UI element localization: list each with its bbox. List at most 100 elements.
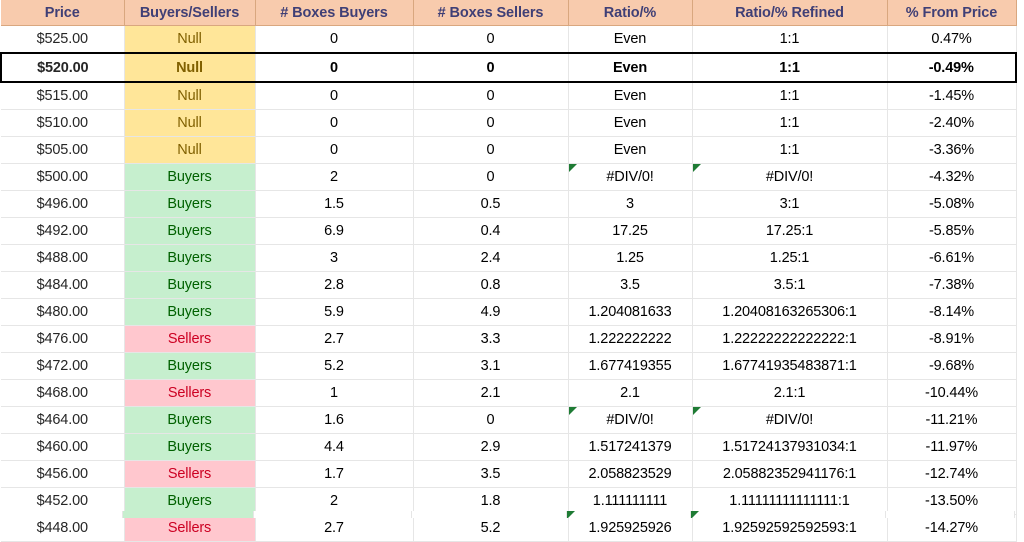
cell-boxes-buyers[interactable]: 0 (255, 25, 414, 54)
cell-boxes-buyers[interactable]: 2.8 (255, 271, 414, 299)
column-header-pct-from-price[interactable]: % From Price (887, 0, 1017, 26)
cell-buyers-sellers[interactable]: Buyers (124, 217, 256, 245)
cell-buyers-sellers[interactable]: Sellers (124, 379, 256, 407)
cell-boxes-buyers[interactable]: 2.7 (255, 514, 414, 542)
column-header-price[interactable]: Price (1, 0, 125, 26)
cell-ratio[interactable]: 1.517241379 (568, 433, 693, 461)
table-row[interactable]: $476.00 Sellers 2.7 3.3 1.222222222 1.2222222… (1, 325, 1017, 353)
cell-price[interactable]: $510.00 (1, 109, 125, 137)
cell-boxes-buyers[interactable]: 2 (255, 163, 414, 191)
table-row[interactable]: $484.00 Buyers 2.8 0.8 3.5 3.5:1 -7.38% (1, 271, 1017, 299)
cell-ratio-refined[interactable]: 1:1 (692, 82, 888, 110)
cell-ratio[interactable]: Even (568, 136, 693, 164)
cell-buyers-sellers[interactable]: Sellers (124, 325, 256, 353)
column-header-buyers-sellers[interactable]: Buyers/Sellers (124, 0, 256, 26)
cell-price[interactable]: $464.00 (1, 406, 125, 434)
cell-buyers-sellers[interactable]: Null (124, 109, 256, 137)
cell-ratio[interactable]: 1.204081633 (568, 298, 693, 326)
cell-pct-from-price[interactable]: -6.61% (887, 244, 1017, 272)
cell-boxes-sellers[interactable]: 4.9 (413, 298, 569, 326)
table-row[interactable]: $464.00 Buyers 1.6 0 #DIV/0! #DIV/0! -11.21% (1, 406, 1017, 434)
cell-ratio-refined[interactable]: 17.25:1 (692, 217, 888, 245)
cell-boxes-sellers[interactable]: 0 (413, 136, 569, 164)
cell-buyers-sellers[interactable]: Buyers (124, 406, 256, 434)
cell-ratio-refined[interactable]: 3:1 (692, 190, 888, 218)
cell-price[interactable]: $488.00 (1, 244, 125, 272)
cell-price[interactable]: $472.00 (1, 352, 125, 380)
cell-price[interactable]: $505.00 (1, 136, 125, 164)
cell-pct-from-price[interactable]: -4.32% (887, 163, 1017, 191)
cell-price[interactable]: $525.00 (1, 25, 125, 54)
cell-boxes-buyers[interactable]: 5.2 (255, 352, 414, 380)
table-row[interactable]: $448.00 Sellers 2.7 5.2 1.925925926 1.9259259… (1, 514, 1017, 542)
cell-pct-from-price[interactable]: -12.74% (887, 460, 1017, 488)
cell-pct-from-price[interactable]: -11.21% (887, 406, 1017, 434)
cell-boxes-buyers[interactable]: 1.5 (255, 190, 414, 218)
cell-buyers-sellers[interactable]: Buyers (124, 244, 256, 272)
cell-ratio-refined[interactable]: 1:1 (692, 52, 888, 83)
table-row[interactable]: $488.00 Buyers 3 2.4 1.25 1.25:1 -6.61% (1, 244, 1017, 272)
cell-ratio[interactable]: Even (568, 109, 693, 137)
cell-boxes-sellers[interactable]: 5.2 (413, 514, 569, 542)
table-row[interactable]: $496.00 Buyers 1.5 0.5 3 3:1 -5.08% (1, 190, 1017, 218)
cell-buyers-sellers[interactable]: Buyers (124, 190, 256, 218)
cell-boxes-sellers[interactable]: 0.8 (413, 271, 569, 299)
cell-pct-from-price[interactable]: -11.97% (887, 433, 1017, 461)
cell-ratio[interactable]: #DIV/0! (568, 406, 693, 434)
cell-ratio-refined[interactable]: 2.1:1 (692, 379, 888, 407)
cell-pct-from-price[interactable]: -0.49% (887, 52, 1017, 83)
table-row[interactable]: $520.00 Null 0 0 Even 1:1 -0.49% (0, 52, 1017, 83)
cell-buyers-sellers[interactable]: Sellers (124, 514, 256, 542)
cell-ratio[interactable]: Even (568, 82, 693, 110)
cell-boxes-sellers[interactable]: 2.1 (413, 379, 569, 407)
cell-pct-from-price[interactable]: -2.40% (887, 109, 1017, 137)
table-row[interactable]: $468.00 Sellers 1 2.1 2.1 2.1:1 -10.44% (1, 379, 1017, 407)
cell-boxes-sellers[interactable]: 3.3 (413, 325, 569, 353)
cell-boxes-buyers[interactable]: 1 (255, 379, 414, 407)
cell-ratio[interactable]: #DIV/0! (568, 163, 693, 191)
table-row[interactable]: $460.00 Buyers 4.4 2.9 1.517241379 1.51724137… (1, 433, 1017, 461)
cell-ratio-refined[interactable]: 1:1 (692, 136, 888, 164)
cell-boxes-sellers[interactable]: 0 (413, 25, 569, 54)
cell-ratio[interactable]: 3.5 (568, 271, 693, 299)
cell-ratio-refined[interactable]: #DIV/0! (692, 406, 888, 434)
cell-price[interactable]: $476.00 (1, 325, 125, 353)
cell-ratio[interactable]: 1.677419355 (568, 352, 693, 380)
cell-pct-from-price[interactable]: -9.68% (887, 352, 1017, 380)
cell-buyers-sellers[interactable]: Buyers (124, 271, 256, 299)
cell-ratio-refined[interactable]: 1:1 (692, 109, 888, 137)
cell-ratio[interactable]: 17.25 (568, 217, 693, 245)
cell-price[interactable]: $480.00 (1, 298, 125, 326)
cell-buyers-sellers[interactable]: Null (124, 25, 256, 54)
cell-ratio[interactable]: 3 (568, 190, 693, 218)
cell-boxes-buyers[interactable]: 0 (255, 109, 414, 137)
cell-ratio-refined[interactable]: 1:1 (692, 25, 888, 54)
cell-boxes-buyers[interactable]: 2.7 (255, 325, 414, 353)
column-header-ratio[interactable]: Ratio/% (568, 0, 693, 26)
table-row[interactable]: $492.00 Buyers 6.9 0.4 17.25 17.25:1 -5.85% (1, 217, 1017, 245)
cell-boxes-sellers[interactable]: 3.1 (413, 352, 569, 380)
cell-ratio-refined[interactable]: 1.22222222222222:1 (692, 325, 888, 353)
cell-pct-from-price[interactable]: -1.45% (887, 82, 1017, 110)
cell-boxes-buyers[interactable]: 0 (255, 136, 414, 164)
cell-boxes-sellers[interactable]: 2.9 (413, 433, 569, 461)
cell-ratio[interactable]: Even (568, 25, 693, 54)
cell-ratio-refined[interactable]: 3.5:1 (692, 271, 888, 299)
cell-price[interactable]: $492.00 (1, 217, 125, 245)
cell-boxes-buyers[interactable]: 1.7 (255, 460, 414, 488)
cell-boxes-sellers[interactable]: 0 (413, 52, 569, 83)
cell-boxes-sellers[interactable]: 0 (413, 82, 569, 110)
cell-boxes-buyers[interactable]: 0 (255, 82, 414, 110)
cell-boxes-buyers[interactable]: 1.6 (255, 406, 414, 434)
cell-boxes-buyers[interactable]: 4.4 (255, 433, 414, 461)
cell-pct-from-price[interactable]: -5.85% (887, 217, 1017, 245)
table-row[interactable]: $500.00 Buyers 2 0 #DIV/0! #DIV/0! -4.32% (1, 163, 1017, 191)
cell-pct-from-price[interactable]: -14.27% (887, 514, 1017, 542)
cell-pct-from-price[interactable]: -10.44% (887, 379, 1017, 407)
cell-pct-from-price[interactable]: -5.08% (887, 190, 1017, 218)
cell-pct-from-price[interactable]: -8.14% (887, 298, 1017, 326)
cell-boxes-sellers[interactable]: 0 (413, 406, 569, 434)
cell-ratio[interactable]: 2.1 (568, 379, 693, 407)
table-row[interactable]: $525.00 Null 0 0 Even 1:1 0.47% (1, 25, 1017, 54)
cell-boxes-sellers[interactable]: 0 (413, 109, 569, 137)
